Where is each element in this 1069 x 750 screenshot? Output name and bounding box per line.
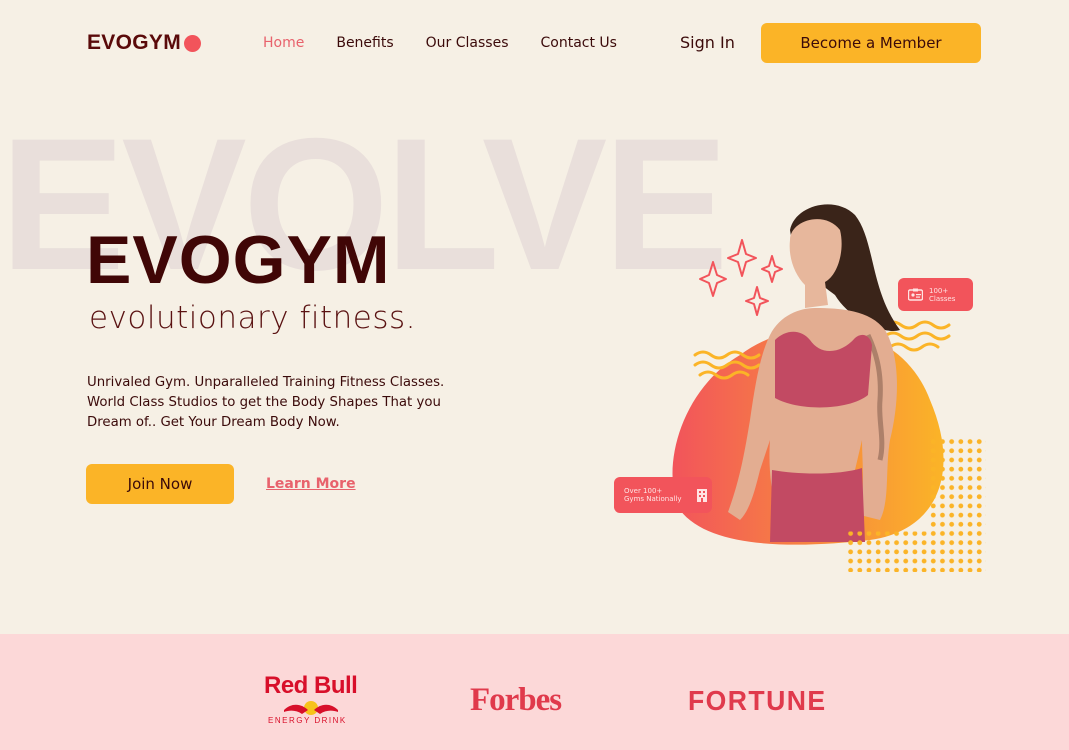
nav-link-benefits[interactable]: Benefits xyxy=(336,35,393,51)
logo-text: EVOGYM xyxy=(87,31,181,54)
logo-dot-icon xyxy=(183,34,201,52)
hero-subtitle: evolutionary fitness. xyxy=(89,300,417,336)
nav-link-home[interactable]: Home xyxy=(263,35,304,51)
gyms-badge-label: Gyms Nationally xyxy=(624,495,682,503)
nav-link-contact-us[interactable]: Contact Us xyxy=(541,35,617,51)
classes-badge: 100+ Classes xyxy=(898,278,973,311)
redbull-logo: Red Bull ENERGY DRINK xyxy=(264,674,359,730)
gyms-badge: Over 100+ Gyms Nationally xyxy=(614,477,712,513)
hero-title: EVOGYM xyxy=(86,222,391,298)
fortune-logo: FORTUNE xyxy=(688,685,827,716)
join-now-button[interactable]: Join Now xyxy=(86,464,234,504)
sign-in-link[interactable]: Sign In xyxy=(680,33,735,52)
main-nav: Home Benefits Our Classes Contact Us xyxy=(263,35,649,51)
classes-badge-count: 100+ xyxy=(929,286,949,295)
learn-more-link[interactable]: Learn More xyxy=(266,476,356,492)
hero-description: Unrivaled Gym. Unparalleled Training Fit… xyxy=(87,375,445,430)
nav-link-our-classes[interactable]: Our Classes xyxy=(426,35,509,51)
become-member-button[interactable]: Become a Member xyxy=(761,23,981,63)
gyms-badge-count: Over 100+ xyxy=(624,487,663,495)
sparkles-icon xyxy=(699,239,783,316)
bulls-icon xyxy=(284,701,338,715)
building-icon xyxy=(696,489,707,502)
classes-badge-label: Classes xyxy=(929,294,956,303)
forbes-logo: Forbes xyxy=(470,682,562,718)
id-card-icon xyxy=(908,288,923,301)
sponsors-band: Red Bull ENERGY DRINK Forbes FORTUNE xyxy=(0,634,1069,750)
redbull-logo-text: Red Bull xyxy=(264,672,358,699)
logo[interactable]: EVOGYM xyxy=(87,31,201,55)
